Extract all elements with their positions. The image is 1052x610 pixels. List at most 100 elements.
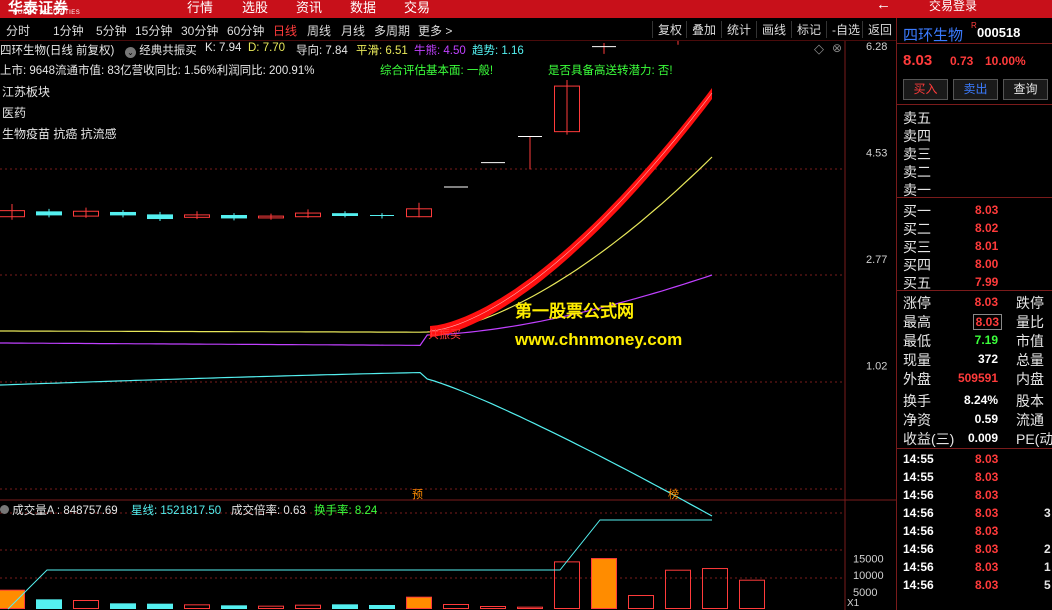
stat-label: 最低 bbox=[903, 333, 931, 349]
indicator-trend-value: 趋势: 1.16 bbox=[472, 45, 524, 57]
volume-value: 成交量A : 848757.69 bbox=[12, 505, 118, 517]
back-arrow-icon[interactable]: ← bbox=[876, 0, 891, 13]
tick-price: 8.03 bbox=[975, 578, 999, 592]
adjust-button[interactable]: 复权 bbox=[652, 21, 682, 38]
overlay-button[interactable]: 叠加 bbox=[686, 21, 716, 38]
indicator-name: 经典共振买 bbox=[139, 45, 197, 57]
stat-value: 7.19 bbox=[974, 333, 998, 347]
tick-time: 14:56 bbox=[903, 506, 934, 520]
tick-time: 14:56 bbox=[903, 524, 934, 538]
volume-bar bbox=[406, 596, 432, 609]
ask-row: 卖三 bbox=[903, 144, 1052, 162]
sell-button[interactable]: 卖出 bbox=[953, 79, 998, 100]
kline-chart-area[interactable]: 6.28 4.53 2.77 1.02 15000 10000 5000 X1 预 榜 共振买… bbox=[0, 0, 896, 610]
nav-trade[interactable]: 交易 bbox=[404, 0, 430, 16]
volume-axis-tick: 15000 bbox=[853, 554, 884, 566]
period-tab-30min[interactable]: 30分钟 bbox=[181, 22, 218, 39]
ask-row: 卖二 bbox=[903, 162, 1052, 180]
bid-price: 8.03 bbox=[975, 203, 999, 217]
stat-label: 现量 bbox=[903, 352, 931, 368]
indicator-smooth-value: 平滑: 6.51 bbox=[356, 45, 408, 57]
nav-market[interactable]: 行情 bbox=[187, 0, 213, 16]
cyan-trend-line bbox=[0, 371, 713, 517]
price-change: 0.73 bbox=[950, 54, 974, 68]
last-price: 8.03 bbox=[903, 52, 933, 69]
period-tab-daily[interactable]: 日线 bbox=[273, 22, 297, 39]
period-tab-1min[interactable]: 1分钟 bbox=[53, 22, 84, 39]
indicator-k-value: K: 7.94 bbox=[205, 42, 242, 54]
divider bbox=[897, 448, 1052, 449]
industry-tag: 医药 bbox=[2, 106, 27, 120]
remove-watchlist-button[interactable]: -自选 bbox=[826, 21, 860, 38]
volume-bar bbox=[36, 599, 62, 609]
bid-row[interactable]: 买一 8.03 bbox=[903, 201, 1052, 219]
ask-label: 卖二 bbox=[903, 164, 931, 180]
concept-tag: 生物疫苗 抗癌 抗流感 bbox=[2, 127, 117, 141]
period-tab-timeshare[interactable]: 分时 bbox=[6, 22, 30, 39]
period-tab-5min[interactable]: 5分钟 bbox=[96, 22, 127, 39]
return-button[interactable]: 返回 bbox=[862, 21, 892, 38]
tick-time: 14:56 bbox=[903, 560, 934, 574]
candle-body bbox=[36, 211, 62, 216]
stat-label-right: PE(动 bbox=[1016, 431, 1052, 447]
diamond-icon[interactable]: ◇ bbox=[814, 41, 824, 57]
period-tab-multi[interactable]: 多周期 bbox=[374, 22, 410, 39]
stat-label: 换手 bbox=[903, 393, 931, 409]
bid-row[interactable]: 买四 8.00 bbox=[903, 255, 1052, 273]
bid-price: 8.02 bbox=[975, 221, 999, 235]
price-change-percent: 10.00% bbox=[985, 54, 1026, 68]
ask-label: 卖三 bbox=[903, 146, 931, 162]
period-tab-monthly[interactable]: 月线 bbox=[341, 22, 365, 39]
volume-star-line: 星线: 1521817.50 bbox=[131, 505, 222, 517]
tick-price: 8.03 bbox=[975, 452, 999, 466]
bid-row[interactable]: 买三 8.01 bbox=[903, 237, 1052, 255]
tick-time: 14:56 bbox=[903, 578, 934, 592]
nav-data[interactable]: 数据 bbox=[350, 0, 376, 16]
bid-row[interactable]: 买五 7.99 bbox=[903, 273, 1052, 291]
marker-rank-label: 榜 bbox=[668, 487, 679, 501]
tick-time: 14:56 bbox=[903, 542, 934, 556]
indicator-dropdown[interactable]: ⌄ 经典共振买 bbox=[125, 42, 197, 58]
tick-price: 8.03 bbox=[975, 488, 999, 502]
bid-label: 买三 bbox=[903, 239, 931, 255]
kline-chart-svg[interactable]: 6.284.532.771.0215000100005000X1 预 榜 共振买 bbox=[0, 0, 896, 610]
period-tab-15min[interactable]: 15分钟 bbox=[135, 22, 172, 39]
stats-button[interactable]: 统计 bbox=[721, 21, 751, 38]
volume-bar bbox=[554, 561, 580, 610]
period-tab-60min[interactable]: 60分钟 bbox=[227, 22, 264, 39]
query-button[interactable]: 查询 bbox=[1003, 79, 1048, 100]
tick-price: 8.03 bbox=[975, 542, 999, 556]
tick-time: 14:56 bbox=[903, 488, 934, 502]
mark-button[interactable]: 标记 bbox=[791, 21, 821, 38]
ask-row: 卖一 bbox=[903, 180, 1052, 198]
stock-name: 四环生物 bbox=[903, 27, 964, 44]
bid-label: 买四 bbox=[903, 257, 931, 273]
stat-value: 8.24% bbox=[963, 393, 998, 407]
buy-button[interactable]: 买入 bbox=[903, 79, 948, 100]
volume-bar bbox=[258, 605, 284, 610]
tick-price: 8.03 bbox=[975, 560, 999, 574]
nav-stock-picker[interactable]: 选股 bbox=[242, 0, 268, 16]
ask-label: 卖四 bbox=[903, 128, 931, 144]
trade-login-button[interactable]: 交易登录 bbox=[929, 0, 977, 14]
stat-label-right: 流通 bbox=[1016, 412, 1044, 428]
nav-news[interactable]: 资讯 bbox=[296, 0, 322, 16]
period-tab-more[interactable]: 更多 > bbox=[418, 22, 452, 39]
price-axis-tick: 6.28 bbox=[866, 41, 887, 53]
bid-row[interactable]: 买二 8.02 bbox=[903, 219, 1052, 237]
draw-line-button[interactable]: 画线 bbox=[756, 21, 786, 38]
volume-bar bbox=[0, 589, 25, 609]
volume-bar bbox=[221, 605, 247, 609]
volume-bar bbox=[147, 603, 173, 610]
tick-price: 8.03 bbox=[975, 524, 999, 538]
volume-bar bbox=[665, 569, 691, 610]
candle-body bbox=[221, 214, 247, 219]
price-axis-tick: 4.53 bbox=[866, 147, 887, 159]
stat-label-right: 量比 bbox=[1016, 314, 1044, 330]
period-tab-weekly[interactable]: 周线 bbox=[307, 22, 331, 39]
stat-label-right: 股本 bbox=[1016, 393, 1044, 409]
stat-label-right: 内盘 bbox=[1016, 371, 1044, 387]
watermark-title: 第一股票公式网 bbox=[515, 302, 634, 321]
close-icon[interactable]: ⊗ bbox=[832, 41, 842, 55]
divider bbox=[897, 290, 1052, 291]
